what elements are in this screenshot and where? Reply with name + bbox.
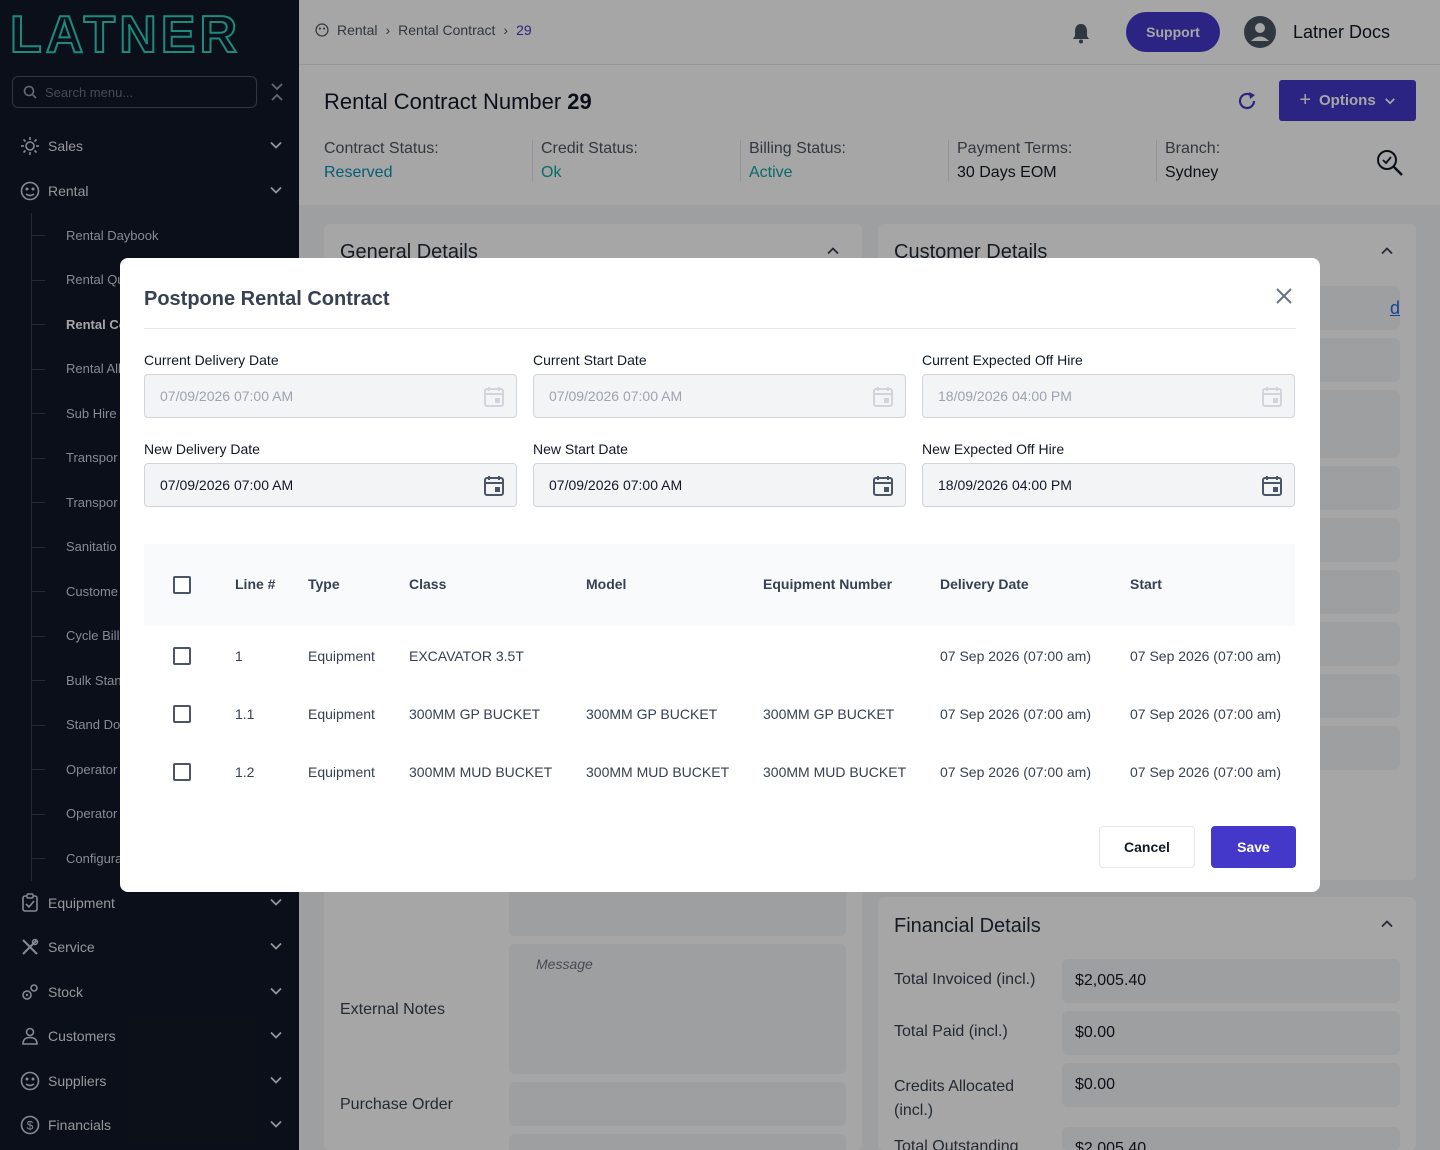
row-checkbox[interactable] [173,763,191,781]
cancel-button[interactable]: Cancel [1099,826,1195,868]
column-header[interactable]: Equipment Number [763,576,892,592]
input-value: 07/09/2026 07:00 AM [549,388,683,404]
calendar-icon [1262,387,1282,407]
input-value: 18/09/2026 04:00 PM [938,477,1072,493]
cell-line: 1.2 [235,764,255,780]
calendar-icon[interactable] [1262,475,1282,497]
input-value: 07/09/2026 07:00 AM [160,477,294,493]
calendar-icon [484,387,504,407]
cell-type: Equipment [308,648,375,664]
column-header[interactable]: Model [586,576,626,592]
select-all-checkbox[interactable] [173,576,191,594]
row-checkbox[interactable] [173,705,191,723]
cell-delivery: 07 Sep 2026 (07:00 am) [940,648,1091,664]
cell-class: EXCAVATOR 3.5T [409,648,524,664]
new-start-input[interactable]: 07/09/2026 07:00 AM [533,463,906,507]
current-offhire-label: Current Expected Off Hire [922,352,1083,368]
input-value: 18/09/2026 04:00 PM [938,388,1072,404]
current-start-label: Current Start Date [533,352,647,368]
current-start-input: 07/09/2026 07:00 AM [533,374,906,418]
save-button[interactable]: Save [1211,826,1296,868]
cell-line: 1.1 [235,706,255,722]
cell-delivery: 07 Sep 2026 (07:00 am) [940,706,1091,722]
column-header[interactable]: Type [308,576,340,592]
close-icon[interactable] [1274,286,1294,306]
column-header[interactable]: Delivery Date [940,576,1029,592]
calendar-icon [873,387,893,407]
cell-start: 07 Sep 2026 (07:00 am) [1130,706,1281,722]
table-header: Line # Type Class Model Equipment Number… [144,544,1295,626]
cell-equipment: 300MM GP BUCKET [763,706,895,722]
cell-type: Equipment [308,764,375,780]
postpone-modal: Postpone Rental Contract Current Deliver… [120,258,1320,892]
row-checkbox[interactable] [173,647,191,665]
new-offhire-label: New Expected Off Hire [922,441,1065,457]
new-delivery-label: New Delivery Date [144,441,260,457]
input-value: 07/09/2026 07:00 AM [549,477,683,493]
cell-equipment: 300MM MUD BUCKET [763,764,907,780]
column-header[interactable]: Class [409,576,446,592]
divider [144,328,1296,329]
cell-model: 300MM MUD BUCKET [586,764,730,780]
new-offhire-input[interactable]: 18/09/2026 04:00 PM [922,463,1295,507]
cell-class: 300MM MUD BUCKET [409,764,553,780]
column-header[interactable]: Start [1130,576,1162,592]
current-delivery-input: 07/09/2026 07:00 AM [144,374,517,418]
cell-model: 300MM GP BUCKET [586,706,718,722]
new-delivery-input[interactable]: 07/09/2026 07:00 AM [144,463,517,507]
cell-start: 07 Sep 2026 (07:00 am) [1130,764,1281,780]
calendar-icon[interactable] [484,475,504,497]
current-delivery-label: Current Delivery Date [144,352,279,368]
cell-delivery: 07 Sep 2026 (07:00 am) [940,764,1091,780]
modal-title: Postpone Rental Contract [144,288,390,310]
new-start-label: New Start Date [533,441,628,457]
cell-class: 300MM GP BUCKET [409,706,541,722]
input-value: 07/09/2026 07:00 AM [160,388,294,404]
cell-line: 1 [235,648,243,664]
cell-type: Equipment [308,706,375,722]
calendar-icon[interactable] [873,475,893,497]
current-offhire-input: 18/09/2026 04:00 PM [922,374,1295,418]
cell-start: 07 Sep 2026 (07:00 am) [1130,648,1281,664]
column-header[interactable]: Line # [235,576,275,592]
